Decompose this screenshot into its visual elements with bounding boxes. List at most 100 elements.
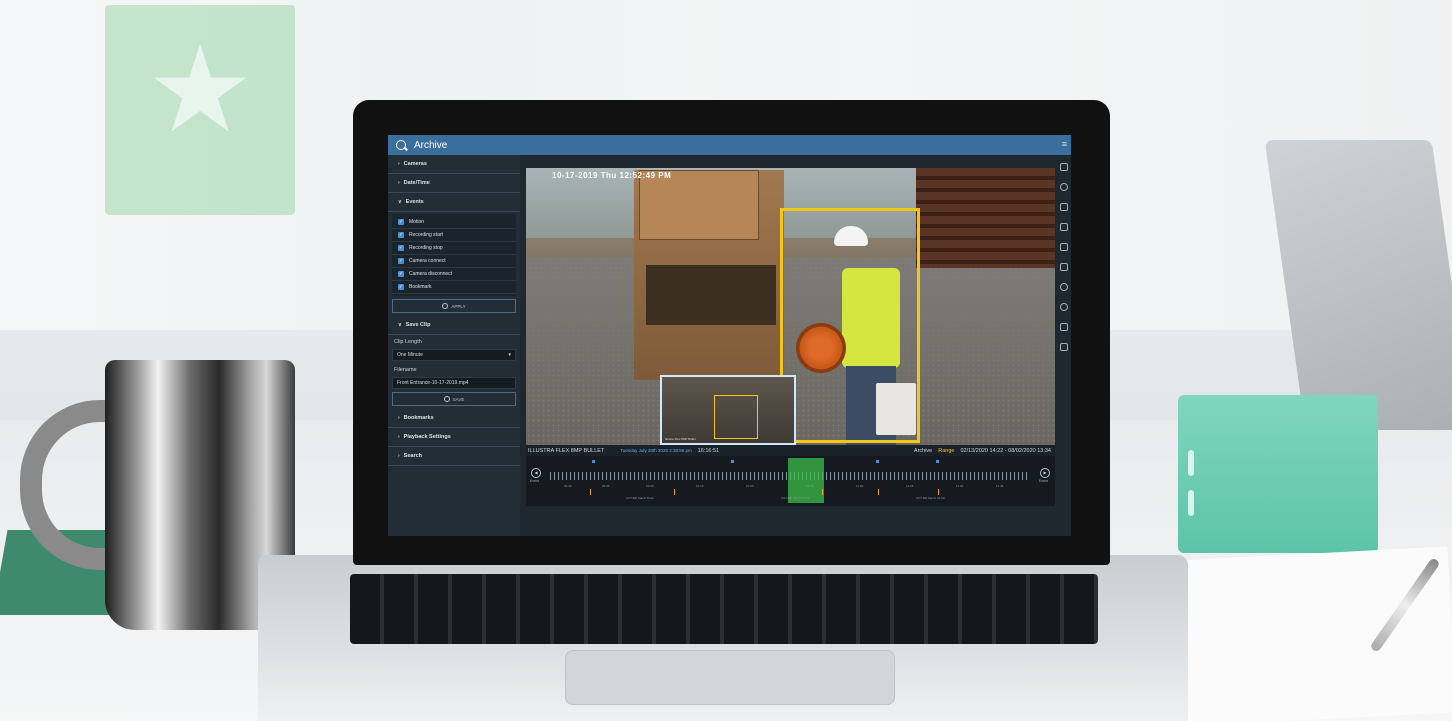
sidebar: › Cameras › Date/Time ∨ Events ✓ Motion ✓ Rec… xyxy=(388,155,520,536)
app-screen: Archive ≡ › Cameras › Date/Time ∨ Events ✓ M… xyxy=(388,135,1071,536)
accordion-label: Date/Time xyxy=(403,180,430,186)
checkbox-checked-icon[interactable]: ✓ xyxy=(398,258,404,264)
timeline[interactable]: ◀ Event ▶ Event 09:30 09:45 10:00 10:15 … xyxy=(526,456,1055,506)
save-button[interactable]: SAVE xyxy=(392,392,516,406)
event-label: Bookmark xyxy=(409,284,432,290)
event-label: Camera connect xyxy=(409,258,446,264)
apply-label: APPLY xyxy=(451,303,466,309)
video-info-bar: ILLUSTRA FLEX 8MP BULLET Tuesday July 28… xyxy=(526,445,1055,456)
event-label: Recording start xyxy=(409,232,443,238)
filename-label: Filename xyxy=(394,367,417,373)
toolbox-inner xyxy=(646,265,776,325)
previous-event-button[interactable]: ◀ xyxy=(531,468,541,478)
timeline-bookmark-marker[interactable] xyxy=(731,460,734,463)
checkbox-checked-icon[interactable]: ✓ xyxy=(398,271,404,277)
timeline-tick-label: 10:00 xyxy=(646,484,654,488)
timeline-event-marker[interactable] xyxy=(938,489,939,495)
teal-speaker xyxy=(1178,395,1378,553)
timeline-event-marker[interactable] xyxy=(674,489,675,495)
clip-length-label: Clip Length xyxy=(394,339,422,345)
pip-date: Tuesday July 28th 2020 2:38:58 pm xyxy=(620,448,692,453)
accordion-search[interactable]: › Search xyxy=(388,447,520,466)
timeline-bookmark-marker[interactable] xyxy=(592,460,595,463)
accordion-cameras[interactable]: › Cameras xyxy=(388,155,520,174)
checkbox-checked-icon[interactable]: ✓ xyxy=(398,245,404,251)
timeline-bookmark-marker[interactable] xyxy=(876,460,879,463)
search-icon[interactable] xyxy=(1060,183,1068,191)
timeline-tick-label: 11:00 xyxy=(856,484,864,488)
keyboard xyxy=(350,574,1098,644)
layers-icon[interactable] xyxy=(1060,263,1068,271)
timeline-event-marker[interactable] xyxy=(822,489,823,495)
detection-box xyxy=(780,208,920,443)
checkbox-checked-icon[interactable]: ✓ xyxy=(398,219,404,225)
video-lumber-stack xyxy=(916,168,1055,268)
save-label: SAVE xyxy=(452,396,465,402)
timeline-event-label: ACT-BD Sanitz 10:54 xyxy=(781,496,810,500)
range-value: 02/13/2020 14:22 - 08/02/2020 13:34 xyxy=(960,447,1051,454)
event-label: Recording stop xyxy=(409,245,443,251)
event-label: Motion xyxy=(409,219,425,225)
accordion-save-clip[interactable]: ∨ Save Clip xyxy=(388,316,520,335)
star-icon: ★ xyxy=(146,23,254,157)
chevron-right-icon: › xyxy=(398,161,400,167)
event-checkbox-motion[interactable]: ✓ Motion xyxy=(392,216,516,229)
accordion-label: Cameras xyxy=(403,161,427,167)
video-toolbox xyxy=(634,170,784,380)
apply-icon xyxy=(442,303,449,309)
timeline-tick-label: 10:30 xyxy=(746,484,754,488)
accordion-label: Save Clip xyxy=(405,322,431,328)
accordion-bookmarks[interactable]: › Bookmarks xyxy=(388,409,520,428)
save-icon xyxy=(443,396,450,402)
menu-icon[interactable]: ≡ xyxy=(1062,139,1067,149)
timeline-event-marker[interactable] xyxy=(590,489,591,495)
camera-icon[interactable] xyxy=(1060,223,1068,231)
pin-icon[interactable] xyxy=(1060,203,1068,211)
export-icon[interactable] xyxy=(1060,323,1068,331)
gear-icon[interactable] xyxy=(1060,303,1068,311)
search-icon[interactable] xyxy=(396,140,406,150)
logout-icon[interactable] xyxy=(1060,343,1068,351)
speaker-slot xyxy=(1188,490,1194,516)
event-checkbox-camera-disconnect[interactable]: ✓ Camera disconnect xyxy=(392,268,516,281)
accordion-playback-settings[interactable]: › Playback Settings xyxy=(388,428,520,447)
settings-icon[interactable] xyxy=(1060,283,1068,291)
accordion-label: Bookmarks xyxy=(403,415,434,421)
next-event-button[interactable]: ▶ xyxy=(1040,468,1050,478)
event-label: Camera disconnect xyxy=(409,271,453,277)
timeline-tick-label: 10:45 xyxy=(806,484,814,488)
top-bar: Archive ≡ xyxy=(388,135,1071,155)
pip-detection-box xyxy=(714,395,758,439)
current-time: 16:16:51 xyxy=(697,447,720,454)
timeline-bookmark-marker[interactable] xyxy=(936,460,939,463)
filename-input[interactable]: Front Entrance-10-17-2019.mp4 xyxy=(392,377,516,389)
caret-down-icon: ▾ xyxy=(508,352,511,358)
page-title: Archive xyxy=(414,139,448,151)
timeline-event-label: ACT-BD Sanitz Bustr xyxy=(626,496,655,500)
event-checkbox-recording-start[interactable]: ✓ Recording start xyxy=(392,229,516,242)
chevron-down-icon: ∨ xyxy=(398,199,402,205)
previous-event-label: Event xyxy=(530,479,539,483)
accordion-events[interactable]: ∨ Events xyxy=(388,193,520,212)
timeline-event-marker[interactable] xyxy=(878,489,879,495)
event-checkbox-bookmark[interactable]: ✓ Bookmark xyxy=(392,281,516,294)
accordion-label: Playback Settings xyxy=(403,434,451,440)
video-timestamp: 10-17-2019 Thu 12:52:49 PM xyxy=(552,171,672,180)
toolbox-lid xyxy=(639,170,759,240)
accordion-label: Events xyxy=(405,199,424,205)
accordion-label: Search xyxy=(403,453,423,459)
event-checkbox-camera-connect[interactable]: ✓ Camera connect xyxy=(392,255,516,268)
checkbox-checked-icon[interactable]: ✓ xyxy=(398,232,404,238)
monitor-icon[interactable] xyxy=(1060,163,1068,171)
accordion-datetime[interactable]: › Date/Time xyxy=(388,174,520,193)
events-list: ✓ Motion ✓ Recording start ✓ Recording stop… xyxy=(392,214,516,296)
picture-in-picture[interactable]: Illustra Flex 8MP Bullet xyxy=(660,375,796,445)
next-event-label: Event xyxy=(1039,479,1048,483)
alarm-icon[interactable] xyxy=(1060,243,1068,251)
apply-button[interactable]: APPLY xyxy=(392,299,516,313)
checkbox-checked-icon[interactable]: ✓ xyxy=(398,284,404,290)
video-player[interactable]: 10-17-2019 Thu 12:52:49 PM Illustra Flex… xyxy=(526,168,1055,445)
clip-length-select[interactable]: One Minute ▾ xyxy=(392,349,516,361)
event-checkbox-recording-stop[interactable]: ✓ Recording stop xyxy=(392,242,516,255)
clip-length-value: One Minute xyxy=(397,352,423,358)
